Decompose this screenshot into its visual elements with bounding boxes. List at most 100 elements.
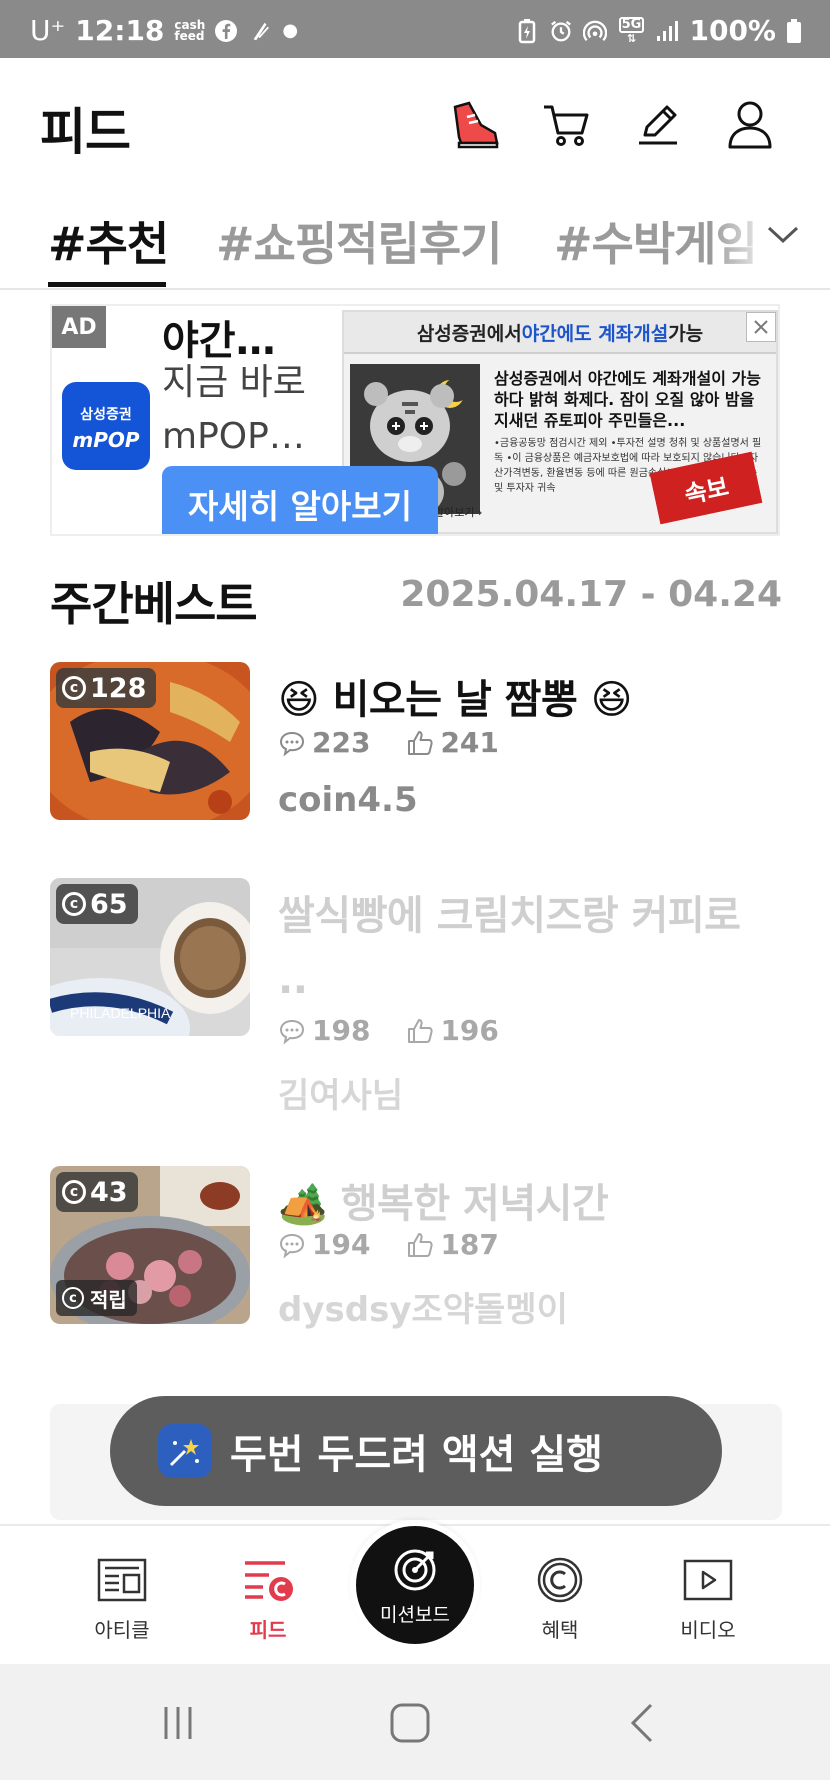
like-value: 196 [440,1014,499,1047]
thumbs-up-icon [408,1018,434,1043]
coin-icon: c [62,1180,86,1204]
like-count: 187 [406,1228,499,1261]
ad-cta-button[interactable]: 자세히 알아보기 [162,466,438,534]
post-author: 김여사님 [278,1076,404,1116]
ad-header-highlight: 야간에도 계좌개설 [521,322,669,345]
comment-value: 194 [312,1228,371,1261]
nav-article[interactable]: 아티클 [62,1554,182,1643]
facebook-icon [214,18,238,44]
video-icon [648,1554,768,1606]
comment-count: 198 [278,1014,370,1047]
ad-description: 지금 바로 mPOP… [162,362,306,457]
battery-percent: 100% [689,14,776,47]
network-5g-icon: 5G ⇅ [617,16,645,44]
post-stats: 194 187 [278,1228,499,1261]
comment-count: 223 [278,726,370,759]
coin-icon: c [62,676,86,700]
tab-recommended[interactable]: #추천 [48,208,169,274]
ad-brand-logo: 삼성증권 mPOP [62,382,150,470]
signal-icon [655,18,679,44]
ad-image-headline: 삼성증권에서 야간에도 계좌개설이 가능하다 밝혀 화제다. 잠이 오질 않아 … [494,369,761,430]
earn-label: 적립 [90,1287,127,1312]
close-icon[interactable] [746,312,776,342]
pencil-icon[interactable] [630,96,686,152]
toast-text: 두번 두드려 액션 실행 [230,1432,603,1478]
comment-icon [279,1233,305,1258]
svg-text:PHILADELPHIA: PHILADELPHIA [70,1005,171,1021]
post-thumbnail: c 43 c 적립 [50,1166,250,1324]
earn-badge: c 적립 [56,1280,137,1316]
ad-header-suffix: 가능 [668,322,704,345]
home-icon[interactable] [380,1698,440,1748]
hotspot-icon [583,18,608,44]
comment-icon [279,1019,305,1044]
magic-wand-icon [158,1424,212,1478]
comment-value: 198 [312,1014,371,1047]
coin-count: 65 [90,888,128,920]
cashfeed-icon: cash feed [174,17,206,43]
post-thumbnail: c 128 [50,662,250,820]
ad-badge: AD [52,306,106,348]
coin-icon [500,1554,620,1606]
post-stats: 223 241 [278,726,499,759]
nav-label: 피드 [249,1618,287,1642]
feed-tab-bar: #추천 #쇼핑적립후기 #수박게임 [0,188,830,290]
nav-label: 비디오 [680,1618,736,1642]
ad-learn-more-small: 알아보기 › [434,506,483,519]
ad-logo-line1: 삼성증권 [80,407,132,423]
comment-count: 194 [278,1228,370,1261]
post-author: dysdsy조약돌멩이 [278,1290,568,1330]
post-stats: 198 196 [278,1014,499,1047]
nav-feed[interactable]: 피드 [208,1554,328,1643]
battery-saver-icon [515,18,539,44]
like-value: 241 [440,726,499,759]
list-item[interactable]: PHILADELPHIA c 65 쌀식빵에 크림치즈랑 커피로 .. 198 … [50,878,782,1118]
like-value: 187 [440,1228,499,1261]
target-icon [356,1546,474,1596]
ad-header-prefix: 삼성증권에서 [416,322,522,345]
page-title: 피드 [40,103,131,161]
post-title: 🏕️ 행복한 저녁시간 [278,1181,609,1227]
tab-shopping-review[interactable]: #쇼핑적립후기 [216,208,502,274]
battery-icon [786,18,802,44]
coin-icon: c [62,892,86,916]
article-icon [62,1554,182,1606]
more-notifications-dot: ● [282,20,299,41]
coin-badge: c 128 [56,668,157,708]
accessibility-toast: 두번 두드려 액션 실행 [110,1396,722,1506]
section-title: 주간베스트 [50,577,258,631]
recent-apps-icon[interactable] [148,1698,208,1748]
nav-label: 미션보드 [380,1604,450,1626]
coin-count: 43 [90,1176,128,1208]
app-notification-icon [248,18,272,44]
active-tab-indicator [48,282,166,287]
ad-banner[interactable]: AD 삼성증권 mPOP 야간… 지금 바로 mPOP… 삼성증권에서 야간에도… [50,304,780,536]
sneaker-icon[interactable] [446,96,502,152]
coin-icon: c [62,1287,84,1309]
like-count: 196 [406,1014,499,1047]
list-item[interactable]: c 128 😆 비오는 날 짬뽕 😆 223 241 coin4.5 [50,662,782,822]
app-header: 피드 [0,58,830,188]
nav-mission-board[interactable]: 미션보드 [350,1520,480,1650]
nav-label: 아티클 [94,1618,150,1642]
comment-value: 223 [312,726,371,759]
like-count: 241 [406,726,499,759]
profile-icon[interactable] [722,96,778,152]
post-title: 😆 비오는 날 짬뽕 😆 [278,677,632,723]
date-range: 2025.04.17 - 04.24 [400,574,782,615]
system-navigation-bar [0,1664,830,1780]
status-bar: U⁺ 12:18 cash feed ● 5G ⇅ 100% [0,0,830,58]
thumbs-up-icon [408,730,434,755]
post-thumbnail: PHILADELPHIA c 65 [50,878,250,1036]
chevron-down-icon[interactable] [766,224,800,250]
nav-benefit[interactable]: 혜택 [500,1554,620,1643]
carrier-label: U⁺ [30,14,66,47]
cart-icon[interactable] [538,96,594,152]
list-item[interactable]: c 43 c 적립 🏕️ 행복한 저녁시간 194 187 dysdsy조약돌멩… [50,1166,782,1336]
back-icon[interactable] [612,1698,672,1748]
feed-icon [208,1554,328,1606]
nav-label: 혜택 [541,1618,579,1642]
comment-icon [279,731,305,756]
thumbs-up-icon [408,1232,434,1257]
nav-video[interactable]: 비디오 [648,1554,768,1643]
